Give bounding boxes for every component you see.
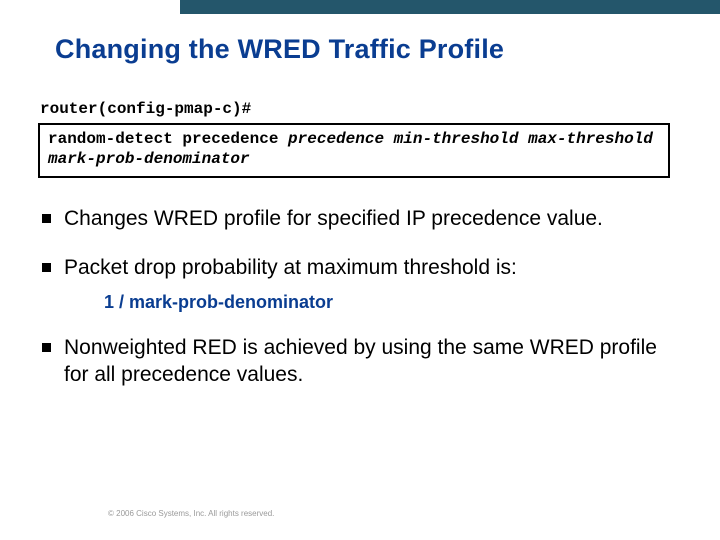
command-line-2: mark-prob-denominator	[48, 150, 660, 170]
bullet-3-text: Nonweighted RED is achieved by using the…	[64, 335, 668, 389]
bullet-square-icon	[42, 263, 51, 272]
cli-prompt: router(config-pmap-c)#	[40, 100, 251, 118]
bullet-1: Changes WRED profile for specified IP pr…	[64, 206, 668, 233]
copyright-text: © 2006 Cisco Systems, Inc. All rights re…	[108, 509, 274, 518]
bullet-1-text: Changes WRED profile for specified IP pr…	[64, 206, 668, 233]
command-line-1: random-detect precedence precedence min-…	[48, 130, 660, 150]
slide-title: Changing the WRED Traffic Profile	[55, 34, 504, 65]
bullet-list: Changes WRED profile for specified IP pr…	[64, 206, 668, 411]
bullet-square-icon	[42, 343, 51, 352]
command-box: random-detect precedence precedence min-…	[38, 123, 670, 178]
top-accent-bar	[180, 0, 720, 14]
command-params-1: precedence min-threshold max-threshold	[288, 130, 653, 148]
bullet-2-text: Packet drop probability at maximum thres…	[64, 255, 668, 282]
bullet-square-icon	[42, 214, 51, 223]
bullet-2: Packet drop probability at maximum thres…	[64, 255, 668, 313]
bullet-3: Nonweighted RED is achieved by using the…	[64, 335, 668, 389]
formula-text: 1 / mark-prob-denominator	[104, 292, 668, 313]
command-params-2: mark-prob-denominator	[48, 150, 250, 168]
command-keyword: random-detect precedence	[48, 130, 288, 148]
